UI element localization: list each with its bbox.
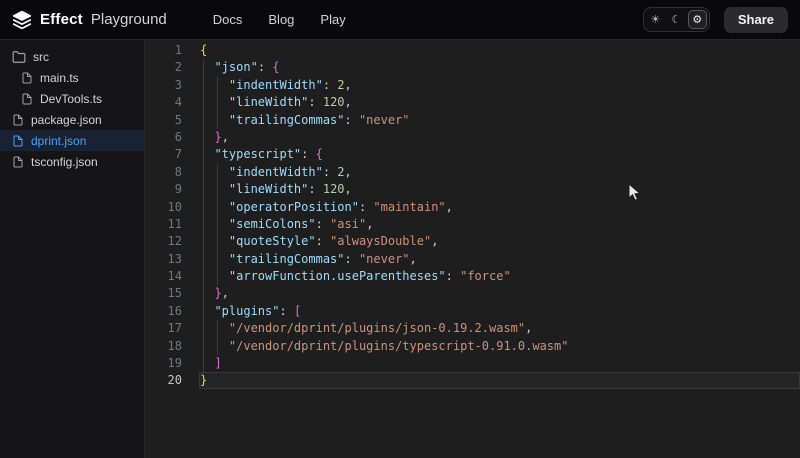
file-label: package.json (31, 113, 102, 127)
code-line[interactable]: { (200, 42, 568, 59)
line-number: 2 (145, 59, 182, 76)
code-line[interactable]: "plugins": [ (200, 303, 568, 320)
code-line[interactable]: ] (200, 355, 568, 372)
line-number: 1 (145, 42, 182, 59)
code-line[interactable]: "typescript": { (200, 146, 568, 163)
sidebar-item-main-ts[interactable]: main.ts (0, 67, 144, 88)
brand-link[interactable]: Effect Playground (12, 10, 167, 30)
file-label: DevTools.ts (40, 92, 102, 106)
file-label: dprint.json (31, 134, 86, 148)
line-number: 9 (145, 181, 182, 198)
sidebar-item-package-json[interactable]: package.json (0, 109, 144, 130)
code-line[interactable]: "trailingCommas": "never", (200, 251, 568, 268)
code-line[interactable]: "quoteStyle": "alwaysDouble", (200, 233, 568, 250)
code-line[interactable]: "indentWidth": 2, (200, 77, 568, 94)
theme-toggle: ☀☾⚙ (643, 7, 710, 32)
file-label: tsconfig.json (31, 155, 98, 169)
file-tree: src main.ts DevTools.ts package.json dprint.… (0, 40, 145, 458)
code-line[interactable]: "/vendor/dprint/plugins/typescript-0.91.… (200, 338, 568, 355)
code-line[interactable]: }, (200, 129, 568, 146)
effect-logo-icon (12, 10, 32, 30)
code-line[interactable]: }, (200, 285, 568, 302)
file-icon (12, 156, 24, 168)
nav-link-docs[interactable]: Docs (213, 12, 243, 27)
file-label: main.ts (40, 71, 79, 85)
code-line[interactable]: } (200, 372, 568, 389)
folder-icon (12, 50, 26, 64)
code-line[interactable]: "trailingCommas": "never" (200, 112, 568, 129)
code-line[interactable]: "operatorPosition": "maintain", (200, 199, 568, 216)
line-number: 11 (145, 216, 182, 233)
file-icon (12, 114, 24, 126)
share-button[interactable]: Share (724, 7, 788, 33)
line-number-gutter: 1234567891011121314151617181920 (145, 42, 182, 390)
header-right: ☀☾⚙ Share (643, 7, 788, 33)
sidebar-item-tsconfig-json[interactable]: tsconfig.json (0, 151, 144, 172)
line-number: 3 (145, 77, 182, 94)
line-number: 15 (145, 285, 182, 302)
brand-subtitle: Playground (91, 11, 167, 28)
line-number: 18 (145, 338, 182, 355)
code-line[interactable]: "arrowFunction.useParentheses": "force" (200, 268, 568, 285)
sidebar-item-DevTools-ts[interactable]: DevTools.ts (0, 88, 144, 109)
nav-link-play[interactable]: Play (320, 12, 345, 27)
file-icon (21, 93, 33, 105)
nav-link-blog[interactable]: Blog (268, 12, 294, 27)
main-nav: Docs Blog Play (213, 12, 346, 27)
line-number: 10 (145, 199, 182, 216)
code-line[interactable]: "/vendor/dprint/plugins/json-0.19.2.wasm… (200, 320, 568, 337)
line-number: 14 (145, 268, 182, 285)
code-line[interactable]: "lineWidth": 120, (200, 94, 568, 111)
line-number: 5 (145, 112, 182, 129)
line-number: 13 (145, 251, 182, 268)
theme-system-button[interactable]: ⚙ (688, 10, 707, 29)
line-number: 12 (145, 233, 182, 250)
line-number: 20 (145, 372, 182, 389)
code-line[interactable]: "indentWidth": 2, (200, 164, 568, 181)
brand-title: Effect (40, 11, 83, 28)
main-area: src main.ts DevTools.ts package.json dprint.… (0, 40, 800, 458)
code-line[interactable]: "json": { (200, 59, 568, 76)
code-line[interactable]: "lineWidth": 120, (200, 181, 568, 198)
line-number: 4 (145, 94, 182, 111)
app-root: Effect Playground Docs Blog Play ☀☾⚙ Share… (0, 0, 800, 458)
line-number: 7 (145, 146, 182, 163)
line-number: 8 (145, 164, 182, 181)
sidebar-item-src[interactable]: src (0, 46, 144, 67)
file-label: src (33, 50, 49, 64)
theme-dark-button[interactable]: ☾ (667, 10, 686, 29)
file-icon (12, 135, 24, 147)
code-content: { "json": { "indentWidth": 2, "lineWidth… (200, 42, 568, 390)
file-icon (21, 72, 33, 84)
code-line[interactable]: "semiColons": "asi", (200, 216, 568, 233)
code-editor[interactable]: 1234567891011121314151617181920 { "json"… (145, 40, 800, 458)
header: Effect Playground Docs Blog Play ☀☾⚙ Share (0, 0, 800, 40)
line-number: 19 (145, 355, 182, 372)
sidebar-item-dprint-json[interactable]: dprint.json (0, 130, 144, 151)
theme-light-button[interactable]: ☀ (646, 10, 665, 29)
line-number: 17 (145, 320, 182, 337)
line-number: 16 (145, 303, 182, 320)
line-number: 6 (145, 129, 182, 146)
